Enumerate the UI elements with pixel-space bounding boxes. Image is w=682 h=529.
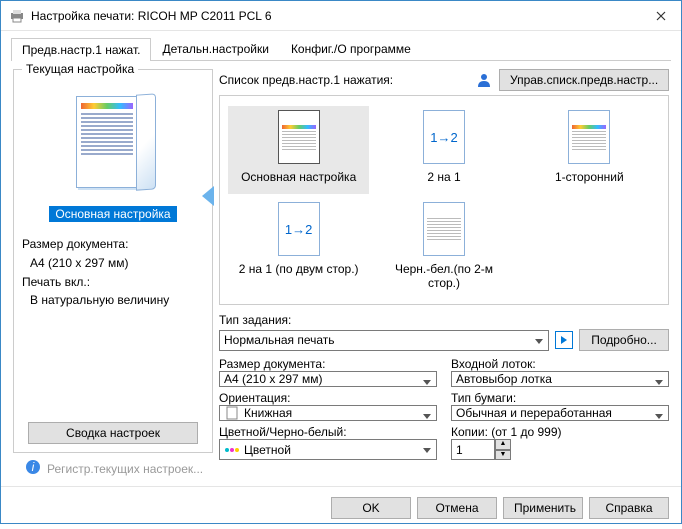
paper-label: Тип бумаги:: [451, 391, 669, 405]
color-dots-icon: [224, 443, 240, 457]
play-button[interactable]: [555, 331, 573, 349]
current-preset-name: Основная настройка: [49, 206, 176, 222]
preset-2on1[interactable]: 1→2 2 на 1: [373, 106, 514, 194]
color-label: Цветной/Черно-белый:: [219, 425, 437, 439]
doc-size-select[interactable]: A4 (210 x 297 мм): [219, 371, 437, 387]
arrow-left-icon: [202, 186, 214, 206]
printer-icon: [9, 8, 25, 24]
arrow-icon: 1→2: [423, 110, 465, 164]
preset-bw-duplex[interactable]: Черн.-бел.(по 2-м стор.): [373, 198, 514, 294]
preset-label: 2 на 1 (по двум стор.): [239, 262, 359, 276]
close-button[interactable]: [641, 1, 681, 31]
window-title: Настройка печати: RICOH MP C2011 PCL 6: [31, 9, 641, 23]
copies-label: Копии: (от 1 до 999): [451, 425, 669, 439]
spin-up[interactable]: ▲: [495, 439, 511, 450]
spin-down[interactable]: ▼: [495, 450, 511, 461]
job-type-select[interactable]: Нормальная печать: [219, 330, 549, 351]
preset-basic[interactable]: Основная настройка: [228, 106, 369, 194]
preset-label: 1-сторонний: [555, 170, 624, 184]
doc-size-value: A4 (210 x 297 мм): [22, 255, 204, 272]
preset-list: Основная настройка 1→2 2 на 1 1-сторонни…: [219, 95, 669, 305]
tab-detailed[interactable]: Детальн.настройки: [151, 37, 279, 60]
color-select[interactable]: Цветной: [219, 439, 437, 460]
preset-1side[interactable]: 1-сторонний: [519, 106, 660, 194]
preset-label: Черн.-бел.(по 2-м стор.): [377, 262, 510, 290]
page-preview: [76, 96, 150, 196]
doc-size-label: Размер документа:: [219, 357, 437, 371]
print-on-value: В натуральную величину: [22, 292, 204, 309]
help-button[interactable]: Справка: [589, 497, 669, 519]
print-on-label: Печать вкл.:: [22, 274, 204, 291]
preset-2on1-duplex[interactable]: 1→2 2 на 1 (по двум стор.): [228, 198, 369, 294]
user-icon: [477, 73, 495, 88]
tray-select[interactable]: Автовыбор лотка: [451, 371, 669, 387]
manage-preset-list-button[interactable]: Управ.списк.предв.настр...: [499, 69, 669, 91]
group-legend: Текущая настройка: [22, 62, 138, 76]
paper-select[interactable]: Обычная и переработанная: [451, 405, 669, 421]
summary-button[interactable]: Сводка настроек: [28, 422, 198, 444]
arrow-icon: 1→2: [278, 202, 320, 256]
info-icon: i: [25, 459, 41, 478]
copies-input[interactable]: [451, 439, 495, 460]
svg-text:i: i: [32, 460, 35, 474]
current-setting-group: Текущая настройка Основная настройка Раз…: [13, 69, 213, 453]
tray-label: Входной лоток:: [451, 357, 669, 371]
register-settings-link[interactable]: Регистр.текущих настроек...: [47, 462, 203, 476]
tab-config[interactable]: Конфиг./О программе: [280, 37, 422, 60]
preset-label: Основная настройка: [241, 170, 356, 184]
tab-presets[interactable]: Предв.настр.1 нажат.: [11, 38, 151, 61]
portrait-icon: [224, 406, 240, 420]
job-type-label: Тип задания:: [219, 313, 669, 327]
cancel-button[interactable]: Отмена: [417, 497, 497, 519]
ok-button[interactable]: OK: [331, 497, 411, 519]
doc-size-label: Размер документа:: [22, 236, 204, 253]
details-button[interactable]: Подробно...: [579, 329, 669, 351]
doc-info: Размер документа: A4 (210 x 297 мм) Печа…: [22, 236, 204, 311]
tab-bar: Предв.настр.1 нажат. Детальн.настройки К…: [11, 37, 671, 61]
orient-label: Ориентация:: [219, 391, 437, 405]
copies-spinner[interactable]: ▲▼: [451, 439, 669, 460]
orient-select[interactable]: Книжная: [219, 405, 437, 421]
preset-list-label: Список предв.настр.1 нажатия:: [219, 73, 393, 87]
apply-button[interactable]: Применить: [503, 497, 583, 519]
preset-label: 2 на 1: [427, 170, 460, 184]
